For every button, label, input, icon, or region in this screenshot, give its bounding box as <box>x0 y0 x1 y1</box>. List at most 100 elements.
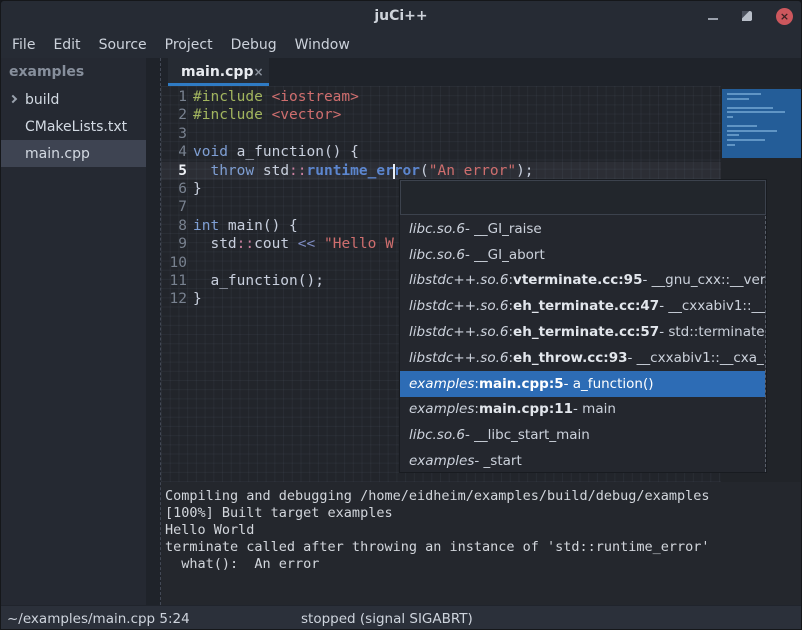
code-token: :: <box>289 163 306 179</box>
code-line: throw std::runtime_error("An error"); <box>193 162 534 180</box>
frame-file-line: main.cpp:11 <box>479 401 573 417</box>
line-number: 2 <box>161 106 187 124</box>
frame-file-line: vterminate.cc:95 <box>513 272 642 288</box>
terminal-line: what(): An error <box>165 556 802 573</box>
popup-filter-input[interactable] <box>400 180 766 215</box>
code-line <box>193 125 534 143</box>
menu-item-window[interactable]: Window <box>286 34 359 56</box>
menu-item-source[interactable]: Source <box>90 34 156 56</box>
tree-item-cmakelists-txt[interactable]: CMakeLists.txt <box>1 113 146 140</box>
backtrace-list: libc.so.6 - __GI_raiselibc.so.6 - __GI_a… <box>400 216 766 472</box>
pane-divider[interactable] <box>146 58 161 605</box>
status-debug-state: stopped (signal SIGABRT) <box>301 611 473 627</box>
code-token: ror <box>394 163 420 179</box>
menu-item-edit[interactable]: Edit <box>44 34 89 56</box>
tab-close-icon[interactable]: × <box>253 65 263 79</box>
backtrace-item[interactable]: libc.so.6 - __GI_abort <box>400 242 765 268</box>
close-icon[interactable]: × <box>776 8 793 25</box>
statusbar: ~/examples/main.cpp 5:24 stopped (signal… <box>1 605 802 630</box>
line-number: 6 <box>161 180 187 198</box>
code-token <box>193 163 210 179</box>
frame-library: libstdc++.so.6 <box>409 298 508 314</box>
code-token <box>315 236 324 252</box>
code-token: :: <box>237 236 254 252</box>
line-number: 1 <box>161 88 187 106</box>
backtrace-popup: libc.so.6 - __GI_raiselibc.so.6 - __GI_a… <box>399 179 767 473</box>
frame-library: examples <box>409 401 474 417</box>
tree-item-main-cpp[interactable]: main.cpp <box>1 140 146 167</box>
backtrace-item[interactable]: libstdc++.so.6:eh_terminate.cc:57 - std:… <box>400 319 765 345</box>
titlebar[interactable]: juCi++ × <box>1 1 801 31</box>
frame-library: libstdc++.so.6 <box>409 350 508 366</box>
tab-label: main.cpp <box>181 64 253 80</box>
frame-library: libstdc++.so.6 <box>409 272 508 288</box>
file-tree-sidebar: examples build CMakeLists.txt main.cpp <box>1 58 146 605</box>
tabbar: main.cpp × <box>161 58 802 86</box>
window-controls: × <box>708 1 793 31</box>
menu-item-debug[interactable]: Debug <box>222 34 286 56</box>
line-number: 7 <box>161 198 187 216</box>
tree-item-label: main.cpp <box>25 146 90 162</box>
code-token: std <box>193 236 237 252</box>
menu-item-project[interactable]: Project <box>156 34 222 56</box>
backtrace-item[interactable]: libstdc++.so.6:eh_terminate.cc:47 - __cx… <box>400 293 765 319</box>
file-tree: build CMakeLists.txt main.cpp <box>1 86 146 167</box>
project-name: examples <box>1 58 146 86</box>
line-number: 12 <box>161 290 187 308</box>
code-token: int <box>193 218 219 234</box>
code-token: } <box>193 291 202 307</box>
code-token: std <box>254 163 289 179</box>
code-token: void <box>193 144 228 160</box>
code-token: ( <box>420 163 429 179</box>
terminal-output[interactable]: Compiling and debugging /home/eidheim/ex… <box>161 482 802 605</box>
minimap-visible-region[interactable] <box>722 89 802 158</box>
frame-file-line: eh_terminate.cc:57 <box>513 324 659 340</box>
line-number: 9 <box>161 235 187 253</box>
chevron-right-icon[interactable] <box>9 95 17 103</box>
code-token: } <box>193 181 202 197</box>
code-token: cout <box>254 236 298 252</box>
code-token: #include <box>193 107 263 123</box>
backtrace-item[interactable]: libc.so.6 - __GI_raise <box>400 216 765 242</box>
frame-library: libc.so.6 <box>409 221 465 237</box>
code-token: ); <box>516 163 533 179</box>
frame-library: libc.so.6 <box>409 427 465 443</box>
terminal-line: [100%] Built target examples <box>165 505 802 522</box>
app-window: juCi++ × FileEditSourceProjectDebugWindo… <box>0 0 802 630</box>
frame-file-line: main.cpp:5 <box>479 376 564 392</box>
code-token: main() { <box>219 218 298 234</box>
tree-item-build[interactable]: build <box>1 86 146 113</box>
code-token: #include <box>193 89 263 105</box>
code-line: void a_function() { <box>193 143 534 161</box>
frame-library: examples <box>409 453 474 469</box>
frame-library: examples <box>409 376 474 392</box>
line-number: 11 <box>161 272 187 290</box>
terminal-line: Hello World <box>165 522 802 539</box>
backtrace-item[interactable]: examples - _start <box>400 448 765 472</box>
menubar: FileEditSourceProjectDebugWindow <box>1 31 801 58</box>
restore-icon[interactable] <box>742 11 752 21</box>
tree-item-label: build <box>25 92 59 108</box>
frame-file-line: eh_terminate.cc:47 <box>513 298 659 314</box>
backtrace-item[interactable]: libstdc++.so.6:eh_throw.cc:93 - __cxxabi… <box>400 345 765 371</box>
backtrace-item[interactable]: examples:main.cpp:5 - a_function() <box>400 371 765 397</box>
code-token: runtime_er <box>307 163 394 179</box>
menu-item-file[interactable]: File <box>3 34 44 56</box>
code-token <box>263 107 272 123</box>
code-token: <iostream> <box>272 89 359 105</box>
tree-item-label: CMakeLists.txt <box>25 119 127 135</box>
line-number: 5 <box>161 162 187 180</box>
backtrace-item[interactable]: examples:main.cpp:11 - main <box>400 397 765 423</box>
terminal-line: terminate called after throwing an insta… <box>165 539 802 556</box>
backtrace-item[interactable]: libc.so.6 - __libc_start_main <box>400 422 765 448</box>
frame-library: libstdc++.so.6 <box>409 324 508 340</box>
minimize-icon[interactable] <box>708 18 718 20</box>
code-token: a_function(); <box>193 273 324 289</box>
code-token: throw <box>210 163 254 179</box>
backtrace-item[interactable]: libstdc++.so.6:vterminate.cc:95 - __gnu_… <box>400 268 765 294</box>
status-file-position: ~/examples/main.cpp 5:24 <box>7 611 190 627</box>
code-line: #include <vector> <box>193 106 534 124</box>
tab-main-cpp[interactable]: main.cpp × <box>168 58 269 86</box>
code-token: "An error" <box>429 163 516 179</box>
line-number: 3 <box>161 125 187 143</box>
